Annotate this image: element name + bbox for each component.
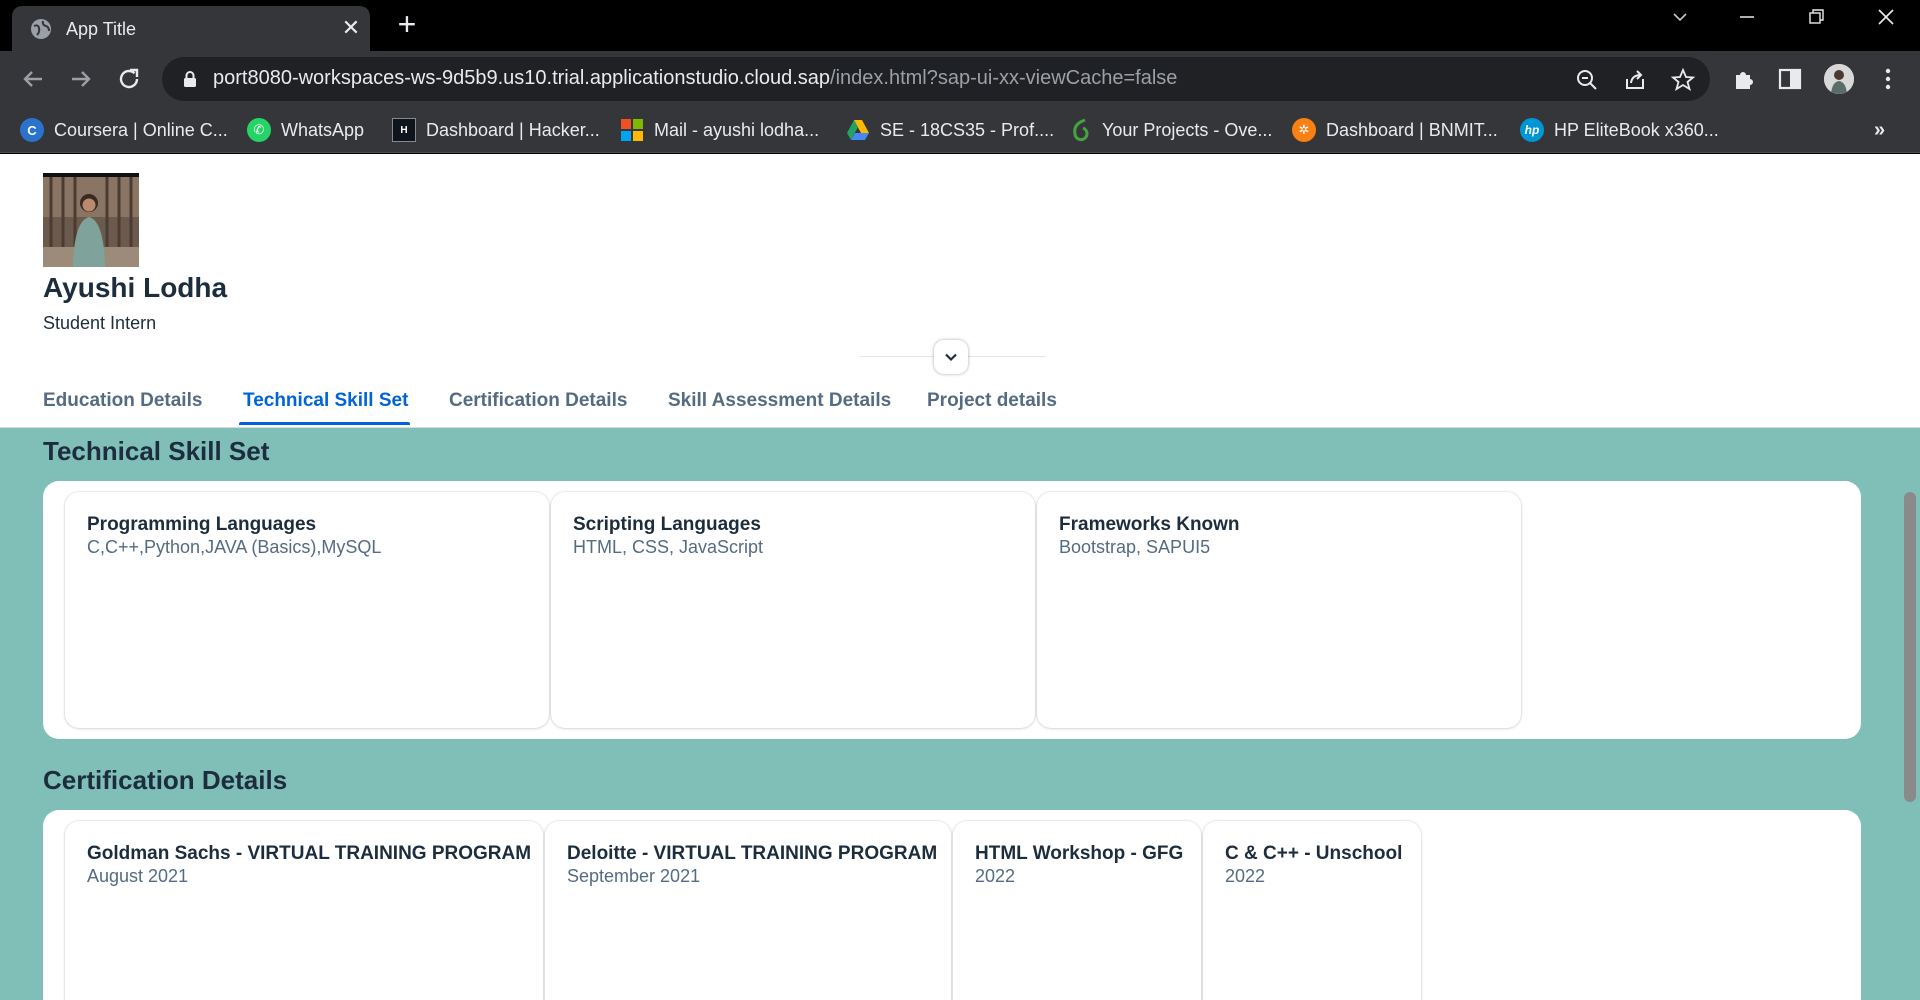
skill-card[interactable]: Programming Languages C,C++,Python,JAVA …: [65, 492, 549, 728]
certification-card[interactable]: HTML Workshop - GFG 2022: [953, 821, 1201, 1000]
bookmark-label: Dashboard | BNMIT...: [1326, 119, 1498, 140]
hp-icon: hp: [1520, 118, 1544, 142]
hackerrank-icon: H: [392, 118, 416, 142]
certification-card-date: August 2021: [87, 866, 189, 886]
more-bookmarks-icon[interactable]: »: [1874, 119, 1885, 142]
certification-card-title: C & C++ - Unschool: [1225, 843, 1403, 864]
bookmark-mail[interactable]: Mail - ayushi lodha...: [620, 115, 819, 145]
certification-card-date: 2022: [1225, 866, 1266, 886]
certification-card-title: Deloitte - VIRTUAL TRAINING PROGRAM: [567, 843, 938, 864]
share-icon[interactable]: [1622, 67, 1648, 93]
skill-card-text: Bootstrap, SAPUI5: [1059, 537, 1211, 557]
side-panel-icon[interactable]: [1776, 65, 1804, 93]
chevron-down-icon: [945, 353, 957, 362]
active-tab-indicator: [239, 422, 410, 425]
profile-name: Ayushi Lodha: [43, 272, 228, 303]
url-path: /index.html?sap-ui-xx-viewCache=false: [830, 67, 1178, 89]
skill-card-title: Scripting Languages: [573, 514, 761, 535]
bookmark-whatsapp[interactable]: ✆ WhatsApp: [247, 115, 364, 145]
profile-avatar[interactable]: [1824, 64, 1854, 94]
bookmark-hp[interactable]: hp HP EliteBook x360...: [1520, 115, 1719, 145]
profile-role: Student Intern: [43, 313, 157, 333]
certification-card-date: 2022: [975, 866, 1016, 886]
reload-icon[interactable]: [112, 62, 146, 96]
bookmark-label: Coursera | Online C...: [54, 119, 228, 140]
bookmark-star-icon[interactable]: [1670, 67, 1696, 93]
whatsapp-icon: ✆: [247, 118, 271, 142]
certification-card-date: September 2021: [567, 866, 701, 886]
tab-project-details[interactable]: Project details: [927, 390, 1057, 412]
new-tab-button[interactable]: +: [392, 8, 422, 40]
tab-skill-assessment-details[interactable]: Skill Assessment Details: [668, 390, 891, 412]
tab-title: App Title: [66, 19, 137, 39]
tab-education-details[interactable]: Education Details: [43, 390, 202, 412]
restore-icon[interactable]: [1796, 8, 1836, 38]
certifications-panel: Goldman Sachs - VIRTUAL TRAINING PROGRAM…: [43, 810, 1861, 1000]
tab-search-icon[interactable]: [1660, 8, 1700, 38]
moodle-icon: ✲: [1292, 118, 1316, 142]
bookmark-label: SE - 18CS35 - Prof....: [880, 119, 1055, 140]
bookmark-label: WhatsApp: [281, 119, 365, 140]
bookmark-label: Your Projects - Ove...: [1102, 119, 1273, 140]
extensions-icon[interactable]: [1730, 65, 1758, 93]
browser-tab-strip: App Title ✕ +: [0, 0, 1920, 51]
browser-toolbar: port8080-workspaces-ws-9d5b9.us10.trial.…: [0, 51, 1920, 107]
bookmark-drive[interactable]: SE - 18CS35 - Prof....: [846, 115, 1054, 145]
certification-card-title: Goldman Sachs - VIRTUAL TRAINING PROGRAM: [87, 843, 532, 864]
tab-certification-details[interactable]: Certification Details: [449, 390, 627, 412]
globe-icon: [31, 19, 51, 39]
bookmark-label: Dashboard | Hacker...: [426, 119, 600, 140]
skill-card[interactable]: Frameworks Known Bootstrap, SAPUI5: [1037, 492, 1521, 728]
page-scrollbar[interactable]: [1904, 492, 1916, 802]
app-page: Ayushi Lodha Student Intern Education De…: [0, 154, 1920, 1000]
lock-icon[interactable]: [182, 70, 198, 88]
close-window-icon[interactable]: [1866, 8, 1906, 38]
back-icon[interactable]: [16, 62, 50, 96]
collapse-header-button[interactable]: [934, 340, 968, 374]
forward-icon[interactable]: [64, 62, 98, 96]
bookmark-hackerrank[interactable]: H Dashboard | Hacker...: [392, 115, 600, 145]
section-title-technical-skill-set: Technical Skill Set: [43, 436, 270, 466]
bookmarks-bar: C Coursera | Online C... ✆ WhatsApp H Da…: [0, 107, 1920, 153]
drive-icon: [846, 118, 870, 142]
section-title-certification-details: Certification Details: [43, 765, 288, 795]
url-host: port8080-workspaces-ws-9d5b9.us10.trial.…: [213, 67, 831, 89]
close-tab-icon[interactable]: ✕: [338, 15, 364, 41]
certification-card[interactable]: C & C++ - Unschool 2022: [1203, 821, 1421, 1000]
bookmark-label: Mail - ayushi lodha...: [654, 119, 820, 140]
skill-card-text: C,C++,Python,JAVA (Basics),MySQL: [87, 537, 382, 557]
skill-card-title: Frameworks Known: [1059, 514, 1240, 535]
skill-card-text: HTML, CSS, JavaScript: [573, 537, 764, 557]
certification-card[interactable]: Deloitte - VIRTUAL TRAINING PROGRAM Sept…: [545, 821, 951, 1000]
minimize-icon[interactable]: [1727, 8, 1767, 38]
address-bar[interactable]: port8080-workspaces-ws-9d5b9.us10.trial.…: [162, 57, 1710, 101]
browser-tab[interactable]: App Title ✕: [12, 6, 370, 51]
object-page-header: Ayushi Lodha Student Intern Education De…: [0, 154, 1920, 428]
skill-card[interactable]: Scripting Languages HTML, CSS, JavaScrip…: [551, 492, 1035, 728]
tab-technical-skill-set[interactable]: Technical Skill Set: [243, 390, 408, 412]
profile-photo: [43, 173, 139, 267]
coursera-icon: C: [20, 118, 44, 142]
overleaf-icon: [1068, 118, 1092, 142]
zoom-icon[interactable]: [1574, 67, 1600, 93]
url-text: port8080-workspaces-ws-9d5b9.us10.trial.…: [213, 67, 1177, 90]
microsoft-icon: [620, 118, 644, 142]
certification-card[interactable]: Goldman Sachs - VIRTUAL TRAINING PROGRAM…: [65, 821, 543, 1000]
certification-card-title: HTML Workshop - GFG: [975, 843, 1184, 864]
bookmark-coursera[interactable]: C Coursera | Online C...: [20, 115, 228, 145]
menu-icon[interactable]: [1874, 65, 1902, 93]
bookmark-overleaf[interactable]: Your Projects - Ove...: [1068, 115, 1272, 145]
bookmark-label: HP EliteBook x360...: [1554, 119, 1719, 140]
skill-card-title: Programming Languages: [87, 514, 317, 535]
skills-panel: Programming Languages C,C++,Python,JAVA …: [43, 481, 1861, 739]
bookmark-bnmit[interactable]: ✲ Dashboard | BNMIT...: [1292, 115, 1498, 145]
